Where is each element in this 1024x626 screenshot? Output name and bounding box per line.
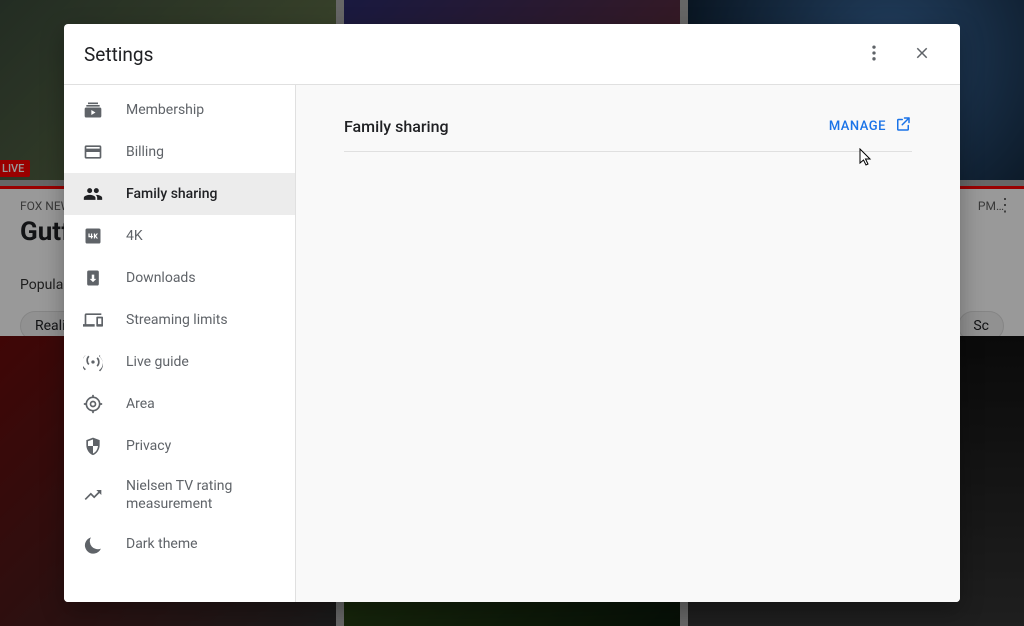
sidebar-item-label: Streaming limits xyxy=(126,311,228,329)
sidebar-item-label: Live guide xyxy=(126,353,189,371)
sidebar-item-streaming-limits[interactable]: Streaming limits xyxy=(64,299,295,341)
sidebar-item-live-guide[interactable]: Live guide xyxy=(64,341,295,383)
open-in-new-icon xyxy=(894,115,912,137)
moon-icon xyxy=(82,533,104,555)
sidebar-item-nielsen[interactable]: Nielsen TV rating measurement xyxy=(64,467,295,523)
group-icon xyxy=(82,183,104,205)
settings-sidebar: Membership Billing Family sharing xyxy=(64,85,296,602)
settings-modal: Settings Membership xyxy=(64,24,960,602)
sidebar-item-label: Nielsen TV rating measurement xyxy=(126,477,277,513)
sidebar-item-label: Membership xyxy=(126,101,204,119)
broadcast-icon xyxy=(82,351,104,373)
sidebar-item-label: Dark theme xyxy=(126,535,198,553)
settings-content: Family sharing Manage xyxy=(296,85,960,602)
more-vert-icon xyxy=(864,43,884,66)
manage-link[interactable]: Manage xyxy=(829,115,912,137)
modal-overlay: Settings Membership xyxy=(0,0,1024,626)
family-sharing-section: Family sharing Manage xyxy=(344,115,912,152)
sidebar-item-area[interactable]: Area xyxy=(64,383,295,425)
sidebar-item-family-sharing[interactable]: Family sharing xyxy=(64,173,295,215)
devices-icon xyxy=(82,309,104,331)
sidebar-item-billing[interactable]: Billing xyxy=(64,131,295,173)
more-button[interactable] xyxy=(856,36,892,72)
modal-header: Settings xyxy=(64,24,960,85)
section-title: Family sharing xyxy=(344,117,449,136)
sidebar-item-dark-theme[interactable]: Dark theme xyxy=(64,523,295,565)
location-icon xyxy=(82,393,104,415)
sidebar-item-label: Billing xyxy=(126,143,164,161)
trending-icon xyxy=(82,484,104,506)
close-button[interactable] xyxy=(904,36,940,72)
sidebar-item-label: Area xyxy=(126,395,155,413)
sidebar-item-downloads[interactable]: Downloads xyxy=(64,257,295,299)
manage-label: Manage xyxy=(829,119,886,134)
sidebar-item-label: Privacy xyxy=(126,437,171,455)
subscriptions-icon xyxy=(82,99,104,121)
sidebar-item-4k[interactable]: 4K xyxy=(64,215,295,257)
sidebar-item-label: Family sharing xyxy=(126,185,217,203)
modal-title: Settings xyxy=(84,43,844,66)
download-icon xyxy=(82,267,104,289)
close-icon xyxy=(913,44,931,65)
sidebar-item-label: Downloads xyxy=(126,269,196,287)
sidebar-item-privacy[interactable]: Privacy xyxy=(64,425,295,467)
4k-icon xyxy=(82,225,104,247)
credit-card-icon xyxy=(82,141,104,163)
sidebar-item-label: 4K xyxy=(126,227,143,245)
shield-icon xyxy=(82,435,104,457)
sidebar-item-membership[interactable]: Membership xyxy=(64,89,295,131)
